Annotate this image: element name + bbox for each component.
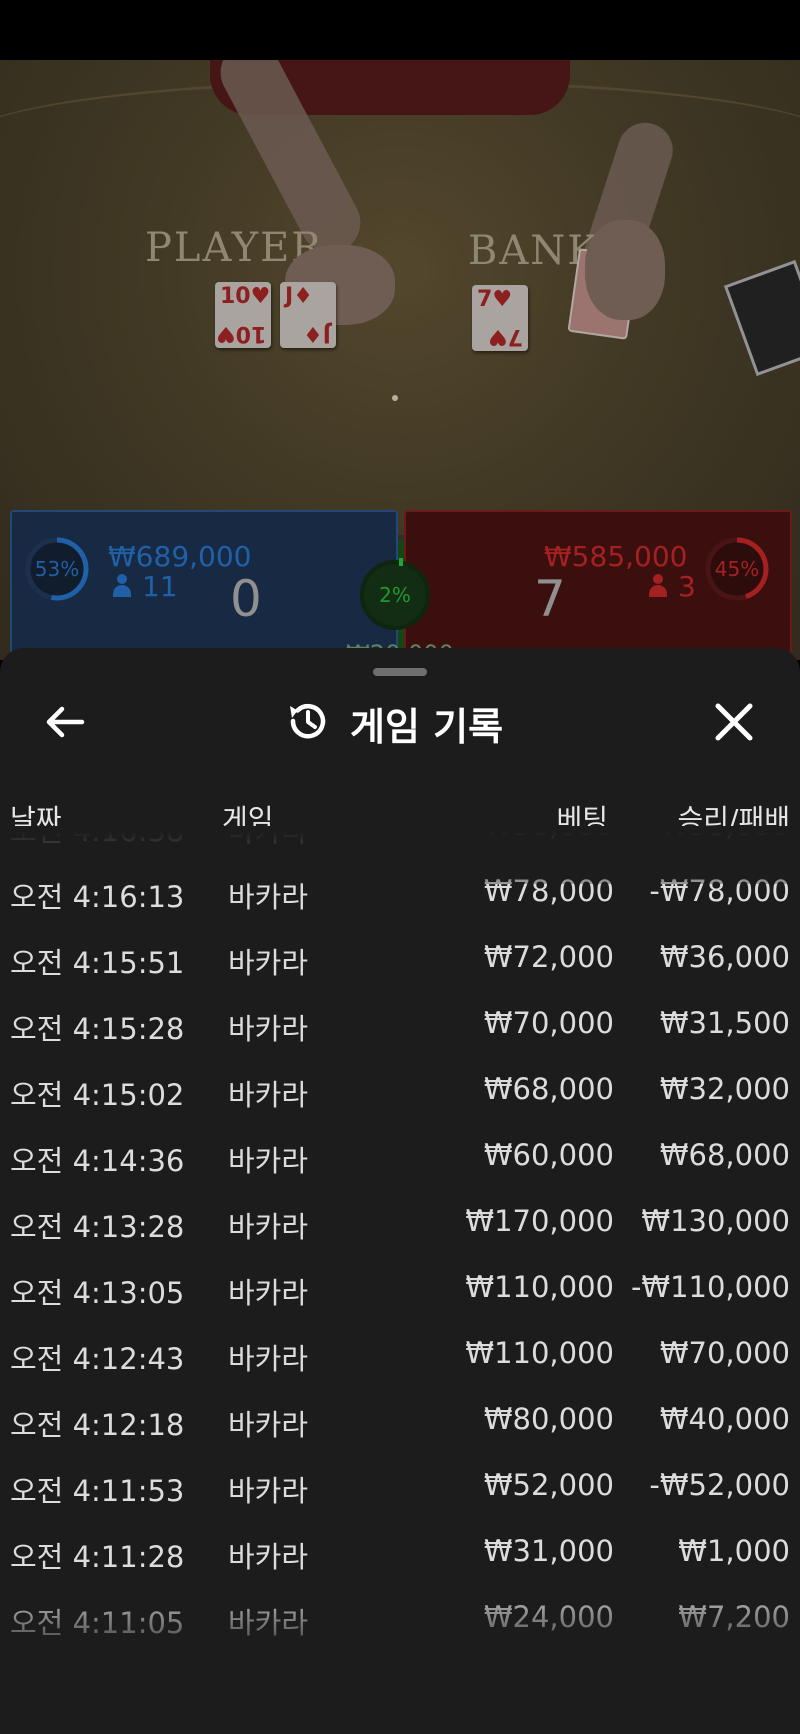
history-row[interactable]: 오전 4:13:05 바카라 ₩110,000 -₩110,000	[0, 1270, 800, 1336]
row-result: ₩68,000	[659, 1138, 790, 1172]
close-icon[interactable]	[706, 694, 762, 750]
row-game: 바카라	[228, 1210, 309, 1244]
history-row[interactable]: 오전 4:11:28 바카라 ₩31,000 ₩1,000	[0, 1534, 800, 1600]
row-result: ₩31,500	[659, 1006, 790, 1040]
row-bet: ₩60,000	[483, 1138, 614, 1172]
history-row[interactable]: 오전 4:16:38 바카라 ₩58,000 -₩58,000	[0, 826, 800, 874]
row-bet: ₩110,000	[465, 1270, 614, 1304]
row-result: -₩110,000	[630, 1270, 790, 1304]
row-bet: ₩68,000	[483, 1072, 614, 1106]
row-date: 오전 4:15:28	[10, 1012, 185, 1046]
row-date: 오전 4:15:51	[10, 946, 185, 980]
row-game: 바카라	[228, 946, 309, 980]
row-result: ₩130,000	[641, 1204, 790, 1238]
history-row[interactable]: 오전 4:14:36 바카라 ₩60,000 ₩68,000	[0, 1138, 800, 1204]
row-result: ₩32,000	[659, 1072, 790, 1106]
history-row[interactable]: 오전 4:12:18 바카라 ₩80,000 ₩40,000	[0, 1402, 800, 1468]
sheet-title: 게임 기록	[350, 705, 504, 749]
row-game: 바카라	[228, 1276, 309, 1310]
history-icon	[290, 704, 326, 739]
row-game: 바카라	[228, 1474, 309, 1508]
row-date: 오전 4:14:36	[10, 1144, 185, 1178]
row-date: 오전 4:12:18	[10, 1408, 185, 1442]
row-date: 오전 4:11:28	[10, 1540, 185, 1574]
row-date: 오전 4:13:05	[10, 1276, 185, 1310]
history-row[interactable]: 오전 4:15:51 바카라 ₩72,000 ₩36,000	[0, 940, 800, 1006]
row-result: ₩36,000	[659, 940, 790, 974]
row-game: 바카라	[228, 1540, 309, 1574]
row-date: 오전 4:11:53	[10, 1474, 185, 1508]
row-bet: ₩52,000	[483, 1468, 614, 1502]
row-game: 바카라	[228, 1012, 309, 1046]
row-date: 오전 4:15:02	[10, 1078, 185, 1112]
row-game: 바카라	[228, 1078, 309, 1112]
row-date: 오전 4:16:13	[10, 880, 185, 914]
drag-handle[interactable]	[373, 668, 427, 676]
row-bet: ₩80,000	[483, 1402, 614, 1436]
game-history-sheet: 게임 기록 날짜 게임 베팅 승리/패배 오전 4:16:38바카라₩58,00…	[0, 648, 800, 1734]
row-game: 바카라	[228, 1408, 309, 1442]
row-bet: ₩24,000	[483, 1600, 614, 1634]
row-result: -₩78,000	[649, 874, 790, 908]
row-game: 바카라	[228, 1342, 309, 1376]
history-row[interactable]: 오전 4:12:43 바카라 ₩110,000 ₩70,000	[0, 1336, 800, 1402]
history-list[interactable]: 오전 4:16:38 바카라 ₩58,000 -₩58,000 오전 4:16:13 바카…	[0, 826, 800, 1666]
row-date: 오전 4:11:05	[10, 1606, 185, 1640]
row-date: 오전 4:13:28	[10, 1210, 185, 1244]
history-row[interactable]: 오전 4:11:05 바카라 ₩24,000 ₩7,200	[0, 1600, 800, 1666]
row-result: ₩70,000	[659, 1336, 790, 1370]
row-bet: ₩72,000	[483, 940, 614, 974]
history-row[interactable]: 오전 4:15:28 바카라 ₩70,000 ₩31,500	[0, 1006, 800, 1072]
history-row[interactable]: 오전 4:13:28 바카라 ₩170,000 ₩130,000	[0, 1204, 800, 1270]
row-bet: ₩58,000	[484, 826, 614, 842]
row-result: ₩1,000	[678, 1534, 790, 1568]
row-game: 바카라	[228, 826, 309, 848]
row-bet: ₩110,000	[465, 1336, 614, 1370]
row-date: 오전 4:12:43	[10, 1342, 185, 1376]
row-result: ₩40,000	[659, 1402, 790, 1436]
row-result: -₩58,000	[649, 826, 790, 842]
row-bet: ₩170,000	[465, 1204, 614, 1238]
row-result: ₩7,200	[678, 1600, 790, 1634]
history-row[interactable]: 오전 4:15:02 바카라 ₩68,000 ₩32,000	[0, 1072, 800, 1138]
row-bet: ₩70,000	[483, 1006, 614, 1040]
history-row[interactable]: 오전 4:11:53 바카라 ₩52,000 -₩52,000	[0, 1468, 800, 1534]
row-result: -₩52,000	[649, 1468, 790, 1502]
arrow-left-icon[interactable]	[38, 694, 94, 750]
row-bet: ₩78,000	[483, 874, 614, 908]
history-row[interactable]: 오전 4:16:13 바카라 ₩78,000 -₩78,000	[0, 874, 800, 940]
row-game: 바카라	[228, 880, 309, 914]
row-date: 오전 4:16:38	[10, 826, 185, 848]
row-game: 바카라	[228, 1144, 309, 1178]
row-bet: ₩31,000	[483, 1534, 614, 1568]
row-game: 바카라	[228, 1606, 309, 1640]
